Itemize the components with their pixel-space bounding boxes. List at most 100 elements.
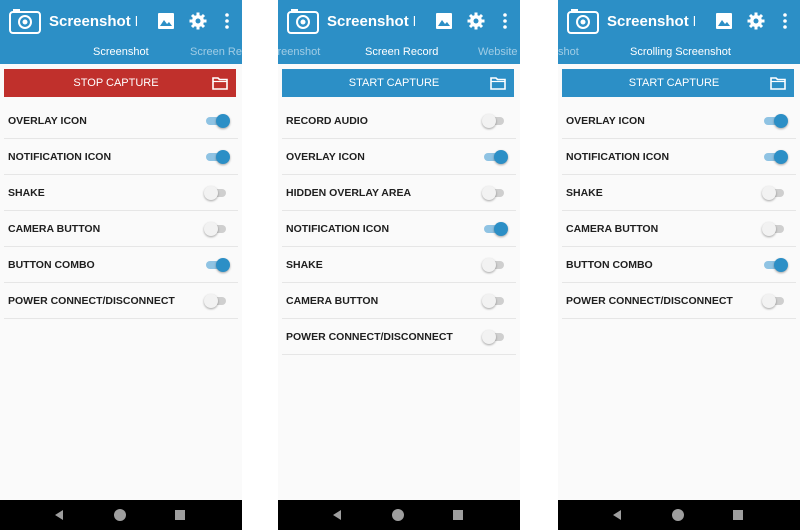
back-icon[interactable] [613, 510, 621, 520]
recents-icon[interactable] [453, 510, 463, 520]
setting-row[interactable]: OVERLAY ICON [4, 103, 238, 139]
toggle-thumb [494, 222, 508, 236]
tab-bar: Screenshot Screen Reco [0, 42, 242, 64]
setting-toggle[interactable] [204, 186, 230, 200]
setting-label: NOTIFICATION ICON [566, 151, 670, 163]
gear-icon[interactable] [467, 12, 485, 30]
tab-screen-record[interactable]: Screen Reco [190, 46, 242, 58]
home-icon[interactable] [392, 509, 404, 521]
setting-row[interactable]: SHAKE [4, 175, 238, 211]
setting-toggle[interactable] [482, 258, 508, 272]
recents-icon[interactable] [733, 510, 743, 520]
toggle-thumb [216, 258, 230, 272]
kebab-menu-icon[interactable] [780, 12, 790, 30]
setting-row[interactable]: NOTIFICATION ICON [562, 139, 796, 175]
setting-toggle[interactable] [762, 150, 788, 164]
setting-row[interactable]: NOTIFICATION ICON [4, 139, 238, 175]
setting-toggle[interactable] [482, 114, 508, 128]
tab-screen-record[interactable]: Screen Record [365, 46, 438, 58]
setting-row[interactable]: POWER CONNECT/DISCONNECT [562, 283, 796, 319]
camera-icon [567, 9, 599, 34]
setting-toggle[interactable] [482, 294, 508, 308]
folder-icon[interactable] [490, 76, 506, 90]
setting-toggle[interactable] [482, 186, 508, 200]
setting-row[interactable]: SHAKE [562, 175, 796, 211]
setting-toggle[interactable] [762, 114, 788, 128]
setting-label: HIDDEN OVERLAY AREA [286, 187, 412, 199]
app-title: Screenshot Ea... [607, 13, 695, 30]
tab-website-screenshot[interactable]: Website S [478, 46, 520, 58]
home-icon[interactable] [114, 509, 126, 521]
setting-row[interactable]: NOTIFICATION ICON [282, 211, 516, 247]
toggle-thumb [216, 114, 230, 128]
setting-row[interactable]: HIDDEN OVERLAY AREA [282, 175, 516, 211]
start-capture-button[interactable]: START CAPTURE [282, 69, 514, 97]
setting-row[interactable]: OVERLAY ICON [562, 103, 796, 139]
capture-button-label: START CAPTURE [348, 77, 440, 89]
toggle-thumb [774, 258, 788, 272]
setting-label: RECORD AUDIO [286, 115, 368, 127]
recents-icon[interactable] [175, 510, 185, 520]
back-icon[interactable] [55, 510, 63, 520]
kebab-menu-icon[interactable] [222, 12, 232, 30]
setting-toggle[interactable] [482, 330, 508, 344]
setting-toggle[interactable] [204, 294, 230, 308]
setting-row[interactable]: OVERLAY ICON [282, 139, 516, 175]
setting-row[interactable]: POWER CONNECT/DISCONNECT [4, 283, 238, 319]
home-icon[interactable] [672, 509, 684, 521]
tab-screenshot[interactable]: Screenshot [93, 46, 149, 58]
toggle-thumb [762, 222, 776, 236]
start-capture-button[interactable]: START CAPTURE [562, 69, 794, 97]
tab-scrolling-screenshot[interactable]: Scrolling Screenshot [630, 46, 731, 58]
setting-row[interactable]: CAMERA BUTTON [282, 283, 516, 319]
setting-toggle[interactable] [762, 186, 788, 200]
settings-list: OVERLAY ICON NOTIFICATION ICON SHAKE CAMERA… [558, 103, 800, 319]
gallery-icon[interactable] [157, 12, 175, 30]
folder-icon[interactable] [770, 76, 786, 90]
setting-label: BUTTON COMBO [566, 259, 653, 271]
folder-icon[interactable] [212, 76, 228, 90]
setting-label: POWER CONNECT/DISCONNECT [8, 295, 175, 307]
setting-row[interactable]: SHAKE [282, 247, 516, 283]
setting-toggle[interactable] [482, 222, 508, 236]
setting-row[interactable]: BUTTON COMBO [562, 247, 796, 283]
capture-button-label: START CAPTURE [628, 77, 720, 89]
setting-toggle[interactable] [482, 150, 508, 164]
setting-label: NOTIFICATION ICON [8, 151, 112, 163]
setting-toggle[interactable] [204, 114, 230, 128]
setting-label: OVERLAY ICON [286, 151, 365, 163]
setting-row[interactable]: CAMERA BUTTON [4, 211, 238, 247]
toggle-thumb [762, 294, 776, 308]
tab-screenshot[interactable]: creenshot [278, 46, 320, 58]
setting-label: OVERLAY ICON [566, 115, 645, 127]
gear-icon[interactable] [747, 12, 765, 30]
setting-row[interactable]: POWER CONNECT/DISCONNECT [282, 319, 516, 355]
settings-list: RECORD AUDIO OVERLAY ICON HIDDEN OVERLAY A… [278, 103, 520, 355]
gallery-icon[interactable] [435, 12, 453, 30]
toggle-thumb [482, 294, 496, 308]
toggle-thumb [774, 150, 788, 164]
kebab-menu-icon[interactable] [500, 12, 510, 30]
setting-toggle[interactable] [204, 258, 230, 272]
setting-label: OVERLAY ICON [8, 115, 87, 127]
setting-toggle[interactable] [762, 222, 788, 236]
stop-capture-button[interactable]: STOP CAPTURE [4, 69, 236, 97]
back-icon[interactable] [333, 510, 341, 520]
tab-website-screenshot[interactable]: shot [558, 46, 579, 58]
setting-label: SHAKE [8, 187, 45, 199]
setting-toggle[interactable] [204, 150, 230, 164]
toggle-thumb [482, 258, 496, 272]
setting-label: CAMERA BUTTON [566, 223, 659, 235]
setting-row[interactable]: CAMERA BUTTON [562, 211, 796, 247]
setting-row[interactable]: RECORD AUDIO [282, 103, 516, 139]
setting-row[interactable]: BUTTON COMBO [4, 247, 238, 283]
gallery-icon[interactable] [715, 12, 733, 30]
setting-toggle[interactable] [204, 222, 230, 236]
app-title: Screenshot Ea... [49, 13, 137, 30]
toggle-thumb [482, 186, 496, 200]
setting-toggle[interactable] [762, 294, 788, 308]
setting-toggle[interactable] [762, 258, 788, 272]
toggle-thumb [204, 222, 218, 236]
gear-icon[interactable] [189, 12, 207, 30]
toggle-thumb [762, 186, 776, 200]
